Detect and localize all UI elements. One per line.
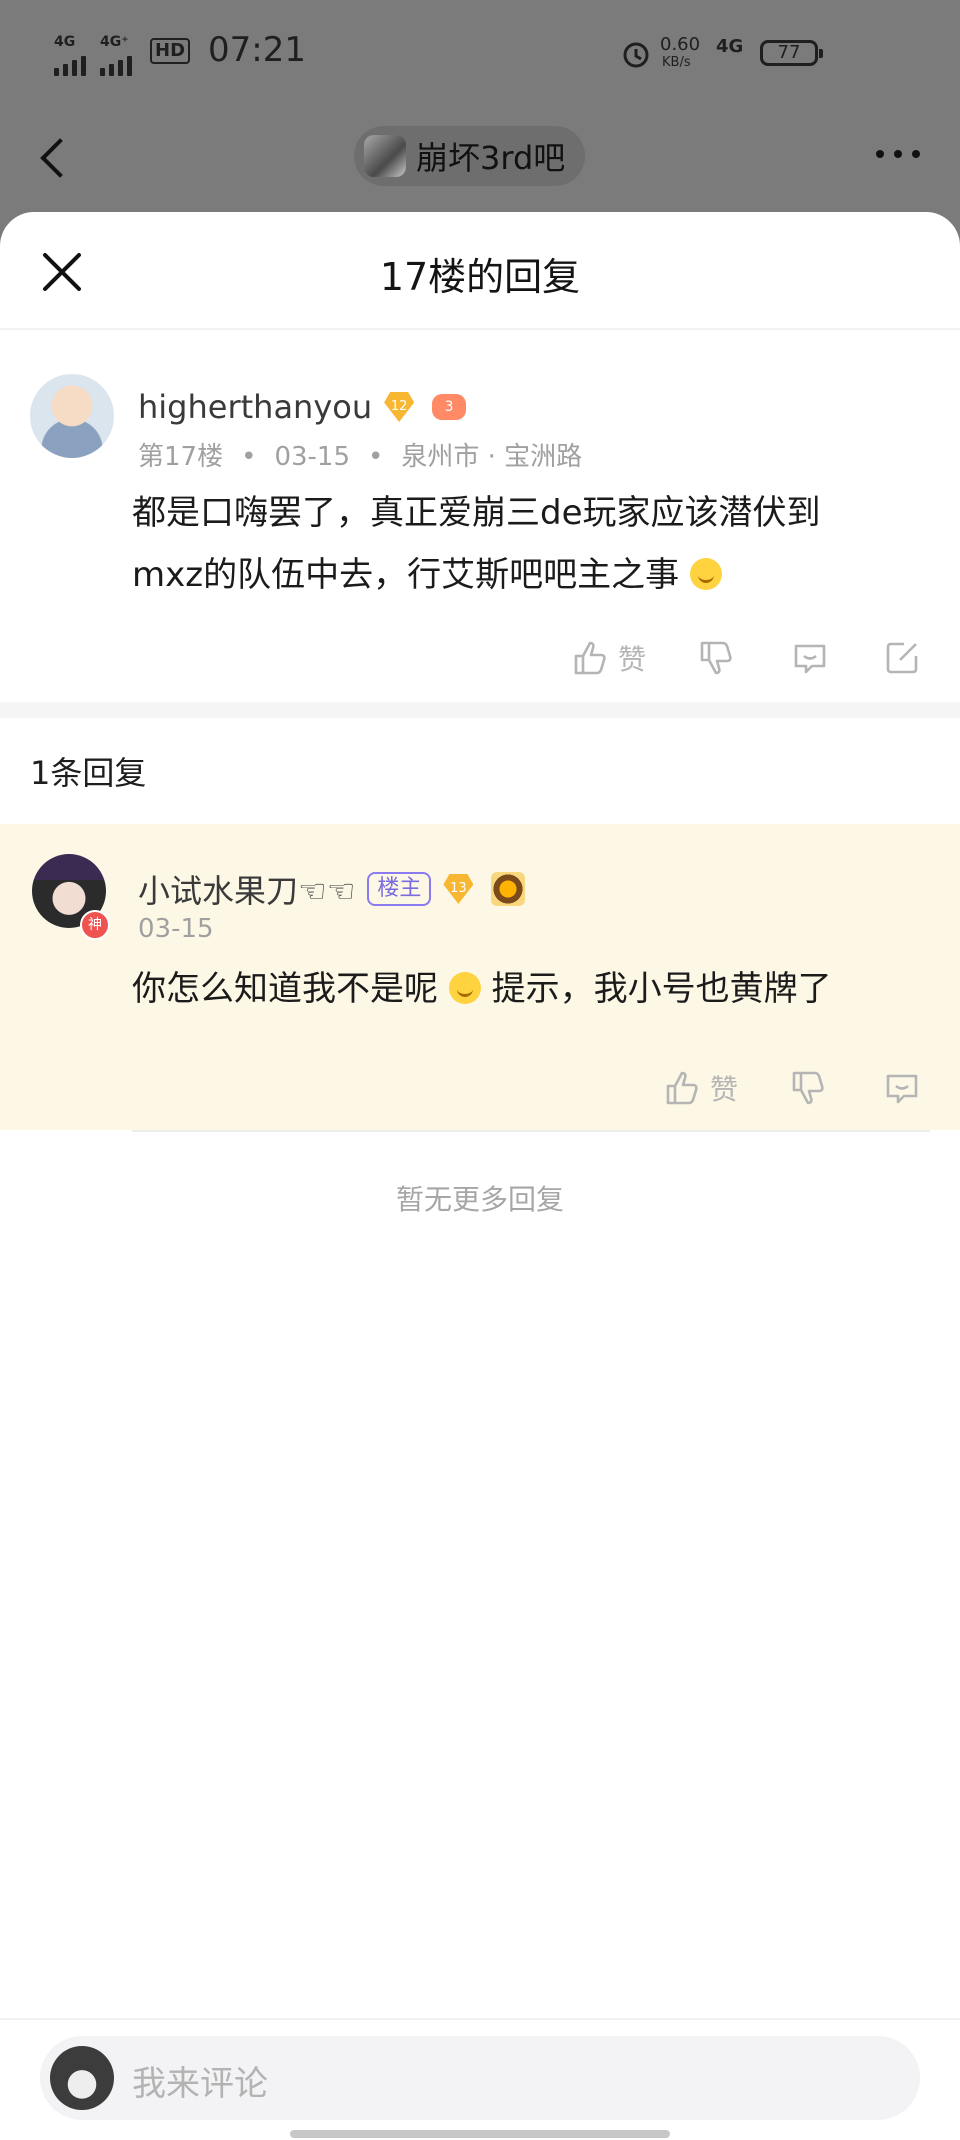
thumbs-up-icon	[666, 1071, 698, 1105]
post-content-line1: 都是口嗨罢了，真正爱崩三de玩家应该潜伏到	[132, 493, 821, 533]
speed-value: 0.60	[660, 34, 701, 55]
forum-pill[interactable]: 崩坏3rd吧	[354, 126, 586, 186]
no-more-replies: 暂无更多回复	[395, 1183, 564, 1216]
like-button[interactable]: 赞	[662, 1068, 738, 1108]
battery-icon: 77	[760, 40, 823, 66]
network-right: 4G	[716, 36, 744, 57]
like-button[interactable]: 赞	[570, 638, 646, 678]
like-label: 赞	[709, 1073, 738, 1106]
reply-username-row: 小试水果刀☜☜ 楼主 13	[138, 866, 526, 912]
thumbs-down-icon	[792, 1071, 824, 1105]
battery-level: 77	[777, 42, 801, 63]
comment-bar: 我来评论	[0, 2018, 960, 2140]
reply-date: 03-15	[138, 914, 214, 944]
smile-emoji-icon	[448, 972, 481, 1004]
share-button[interactable]	[882, 638, 922, 678]
speed-unit: KB/s	[662, 55, 691, 70]
reply-actions: 赞	[662, 1068, 922, 1108]
share-icon	[886, 642, 918, 674]
reply-count: 1条回复	[30, 754, 147, 792]
back-arrow-icon[interactable]	[40, 138, 80, 178]
post-username-row: higherthanyou 12 3	[138, 388, 467, 426]
signal-icon	[54, 56, 86, 76]
more-icon[interactable]	[876, 150, 920, 158]
status-bar: 4G 4G⁺ HD 07:21 0.60 KB/s 4G 77	[0, 0, 960, 110]
comment-input[interactable]: 我来评论	[40, 2036, 920, 2120]
reply-username[interactable]: 小试水果刀☜☜	[138, 866, 355, 912]
thumbs-down-icon	[700, 641, 732, 675]
post-content-line2: mxz的队伍中去，行艾斯吧吧主之事	[132, 555, 680, 595]
post-actions: 赞	[570, 638, 922, 678]
dislike-button[interactable]	[788, 1068, 828, 1108]
avatar[interactable]	[30, 374, 114, 458]
reply-sheet: 17楼的回复 higherthanyou 12 3 第17楼 • 03-15 • 泉州市…	[0, 212, 960, 2140]
divider	[132, 1130, 930, 1132]
forum-name: 崩坏3rd吧	[416, 139, 566, 177]
post-floor: 第17楼	[138, 442, 224, 472]
section-divider	[0, 702, 960, 718]
hd-icon: HD	[150, 38, 191, 64]
home-indicator[interactable]	[290, 2130, 670, 2138]
network-label-2: 4G⁺	[100, 34, 129, 50]
comment-button[interactable]	[790, 638, 830, 678]
network-label: 4G	[54, 34, 76, 50]
thumbs-up-icon	[574, 641, 606, 675]
signal-icon-2	[100, 56, 132, 76]
nav-bar: 崩坏3rd吧	[0, 110, 960, 210]
comment-button[interactable]	[882, 1068, 922, 1108]
sheet-header: 17楼的回复	[0, 212, 960, 330]
avatar	[50, 2046, 114, 2110]
post-meta: 第17楼 • 03-15 • 泉州市 · 宝洲路	[138, 442, 583, 472]
reply-content-before: 你怎么知道我不是呢	[132, 969, 438, 1009]
reply-content: 你怎么知道我不是呢 提示，我小号也黄牌了	[132, 958, 900, 1020]
status-time: 07:21	[208, 30, 306, 70]
comment-placeholder: 我来评论	[132, 2064, 268, 2104]
alarm-icon	[623, 42, 649, 68]
post-username[interactable]: higherthanyou	[138, 388, 372, 426]
forum-avatar	[364, 135, 406, 177]
comment-icon	[886, 1074, 918, 1104]
post-location: 泉州市 · 宝洲路	[401, 442, 583, 472]
level-badge: 12	[384, 392, 415, 422]
reply-content-after: 提示，我小号也黄牌了	[491, 969, 832, 1009]
game-badge-icon: 3	[432, 394, 467, 420]
comment-icon	[794, 644, 826, 674]
smile-emoji-icon	[689, 558, 722, 590]
owner-badge: 楼主	[367, 872, 432, 906]
post-content: 都是口嗨罢了，真正爱崩三de玩家应该潜伏到 mxz的队伍中去，行艾斯吧吧主之事	[132, 482, 900, 606]
reply-item[interactable]: 神 小试水果刀☜☜ 楼主 13 03-15 你怎么知道我不是呢 提示，我小号也黄…	[0, 824, 960, 1130]
achievement-badge-icon	[491, 872, 526, 906]
dislike-button[interactable]	[696, 638, 736, 678]
like-label: 赞	[617, 643, 646, 676]
sheet-title: 17楼的回复	[379, 255, 581, 299]
level-badge: 13	[443, 874, 474, 904]
post-date: 03-15	[274, 442, 350, 472]
god-badge-icon: 神	[80, 910, 110, 940]
